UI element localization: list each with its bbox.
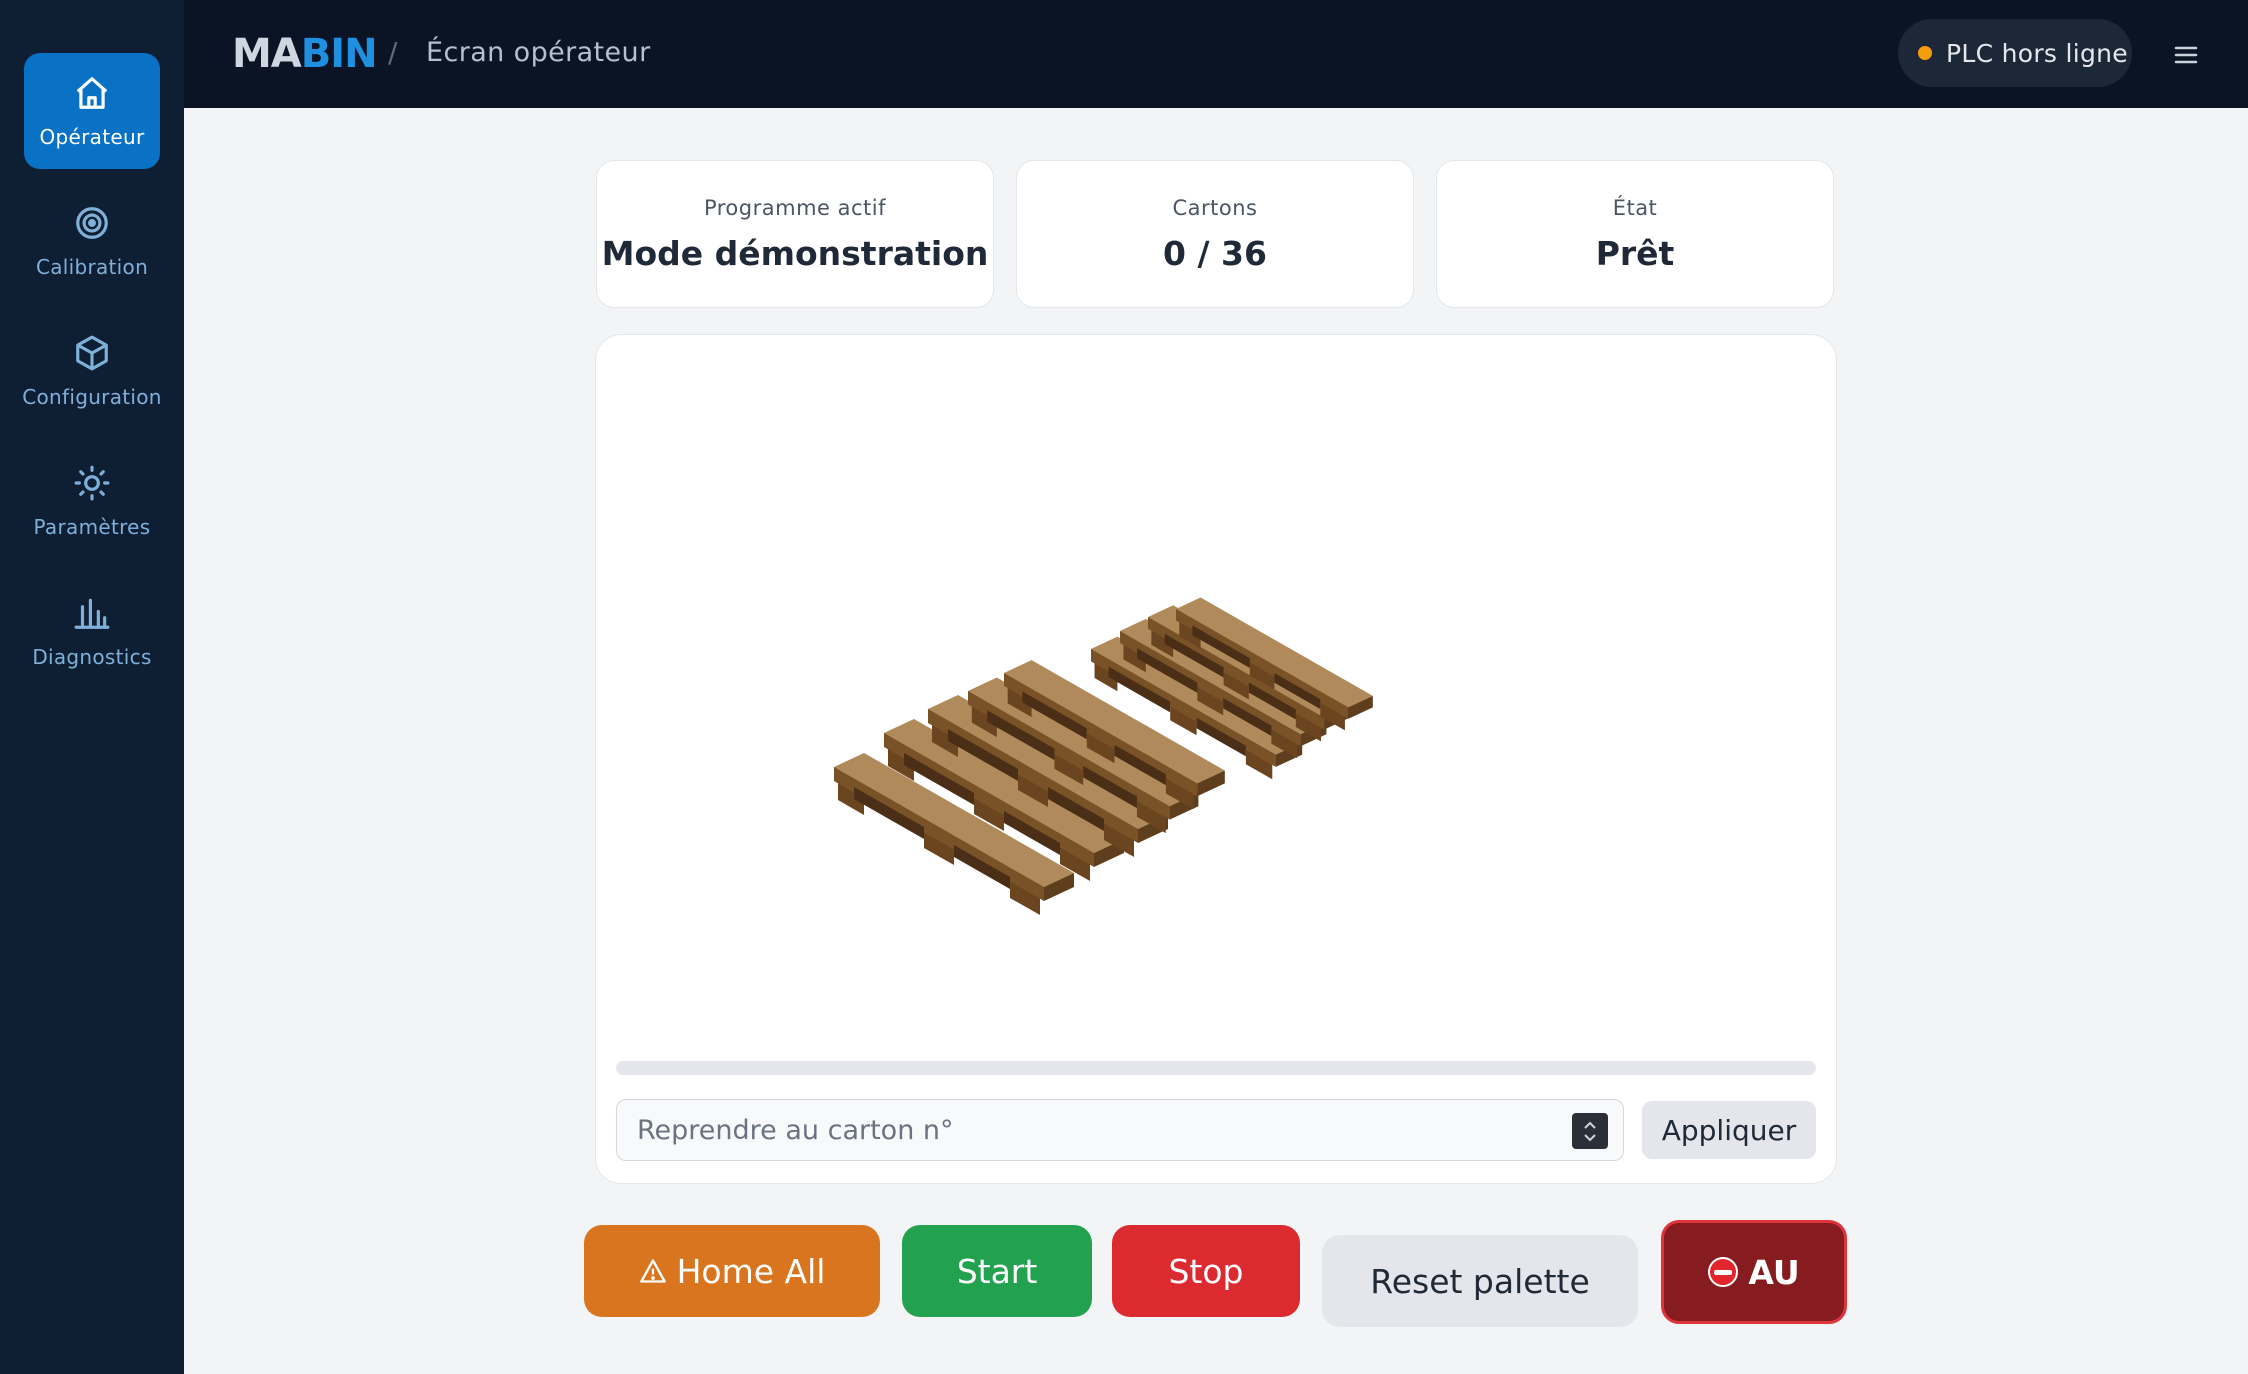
warning-icon: [639, 1259, 666, 1283]
sidebar-item-label: Configuration: [22, 385, 162, 409]
state-value: Prêt: [1595, 233, 1675, 273]
cartons-label: Cartons: [1172, 195, 1258, 220]
emergency-stop-label: AU: [1748, 1252, 1800, 1292]
plc-status-badge: PLC hors ligne: [1898, 19, 2132, 87]
breadcrumb: Écran opérateur: [426, 37, 651, 68]
stop-button[interactable]: Stop: [1112, 1225, 1300, 1317]
hamburger-menu-icon: [2174, 46, 2198, 64]
sidebar-item-label: Calibration: [35, 255, 149, 279]
carton-progress-bar: [616, 1061, 1816, 1075]
sidebar-item-operateur[interactable]: Opérateur: [24, 53, 160, 169]
no-entry-icon: [1708, 1257, 1739, 1287]
sidebar-item-calibration[interactable]: Calibration: [24, 183, 160, 299]
sidebar: Opérateur Calibration Configuration Para…: [0, 0, 184, 1374]
menu-button[interactable]: [2166, 40, 2206, 70]
cube-icon: [72, 333, 112, 373]
sidebar-item-label: Paramètres: [33, 515, 151, 539]
active-program-label: Programme actif: [703, 195, 887, 220]
sidebar-item-parametres[interactable]: Paramètres: [24, 443, 160, 559]
quantity-stepper[interactable]: [1572, 1113, 1608, 1149]
sidebar-item-label: Diagnostics: [32, 645, 152, 669]
sidebar-item-label: Opérateur: [39, 125, 145, 149]
target-icon: [72, 203, 112, 243]
reset-palette-button[interactable]: Reset palette: [1322, 1235, 1638, 1327]
sidebar-item-configuration[interactable]: Configuration: [22, 313, 162, 429]
top-bar: MA BIN / Écran opérateur PLC hors ligne: [184, 0, 2248, 108]
start-button[interactable]: Start: [902, 1225, 1092, 1317]
pallet-viewer-panel: Appliquer: [595, 334, 1837, 1184]
cartons-card: Cartons 0 / 36: [1016, 160, 1414, 308]
pallet-stack: [834, 597, 1373, 915]
state-card: État Prêt: [1436, 160, 1834, 308]
emergency-stop-button[interactable]: AU: [1661, 1220, 1847, 1324]
active-program-value: Mode démonstration: [601, 233, 989, 273]
bar-chart-icon: [72, 593, 112, 633]
state-label: État: [1612, 195, 1658, 220]
logo-text-part1: MA: [232, 31, 302, 77]
breadcrumb-separator: /: [388, 36, 398, 69]
logo-text-part2: BIN: [300, 31, 378, 77]
status-dot-icon: [1918, 46, 1932, 60]
apply-button[interactable]: Appliquer: [1642, 1101, 1816, 1159]
active-program-card: Programme actif Mode démonstration: [596, 160, 994, 308]
cartons-value: 0 / 36: [1163, 233, 1267, 273]
logo: MA BIN: [232, 31, 378, 77]
resume-carton-input[interactable]: [616, 1099, 1624, 1161]
pallet-3d-view[interactable]: [616, 355, 1816, 1035]
sun-icon: [72, 463, 112, 503]
home-all-button[interactable]: Home All: [584, 1225, 880, 1317]
home-icon: [72, 73, 112, 113]
chevron-down-icon: [1584, 1133, 1596, 1141]
plc-status-text: PLC hors ligne: [1946, 38, 2128, 68]
chevron-up-icon: [1584, 1121, 1596, 1129]
sidebar-item-diagnostics[interactable]: Diagnostics: [24, 573, 160, 689]
home-all-label: Home All: [676, 1251, 826, 1291]
